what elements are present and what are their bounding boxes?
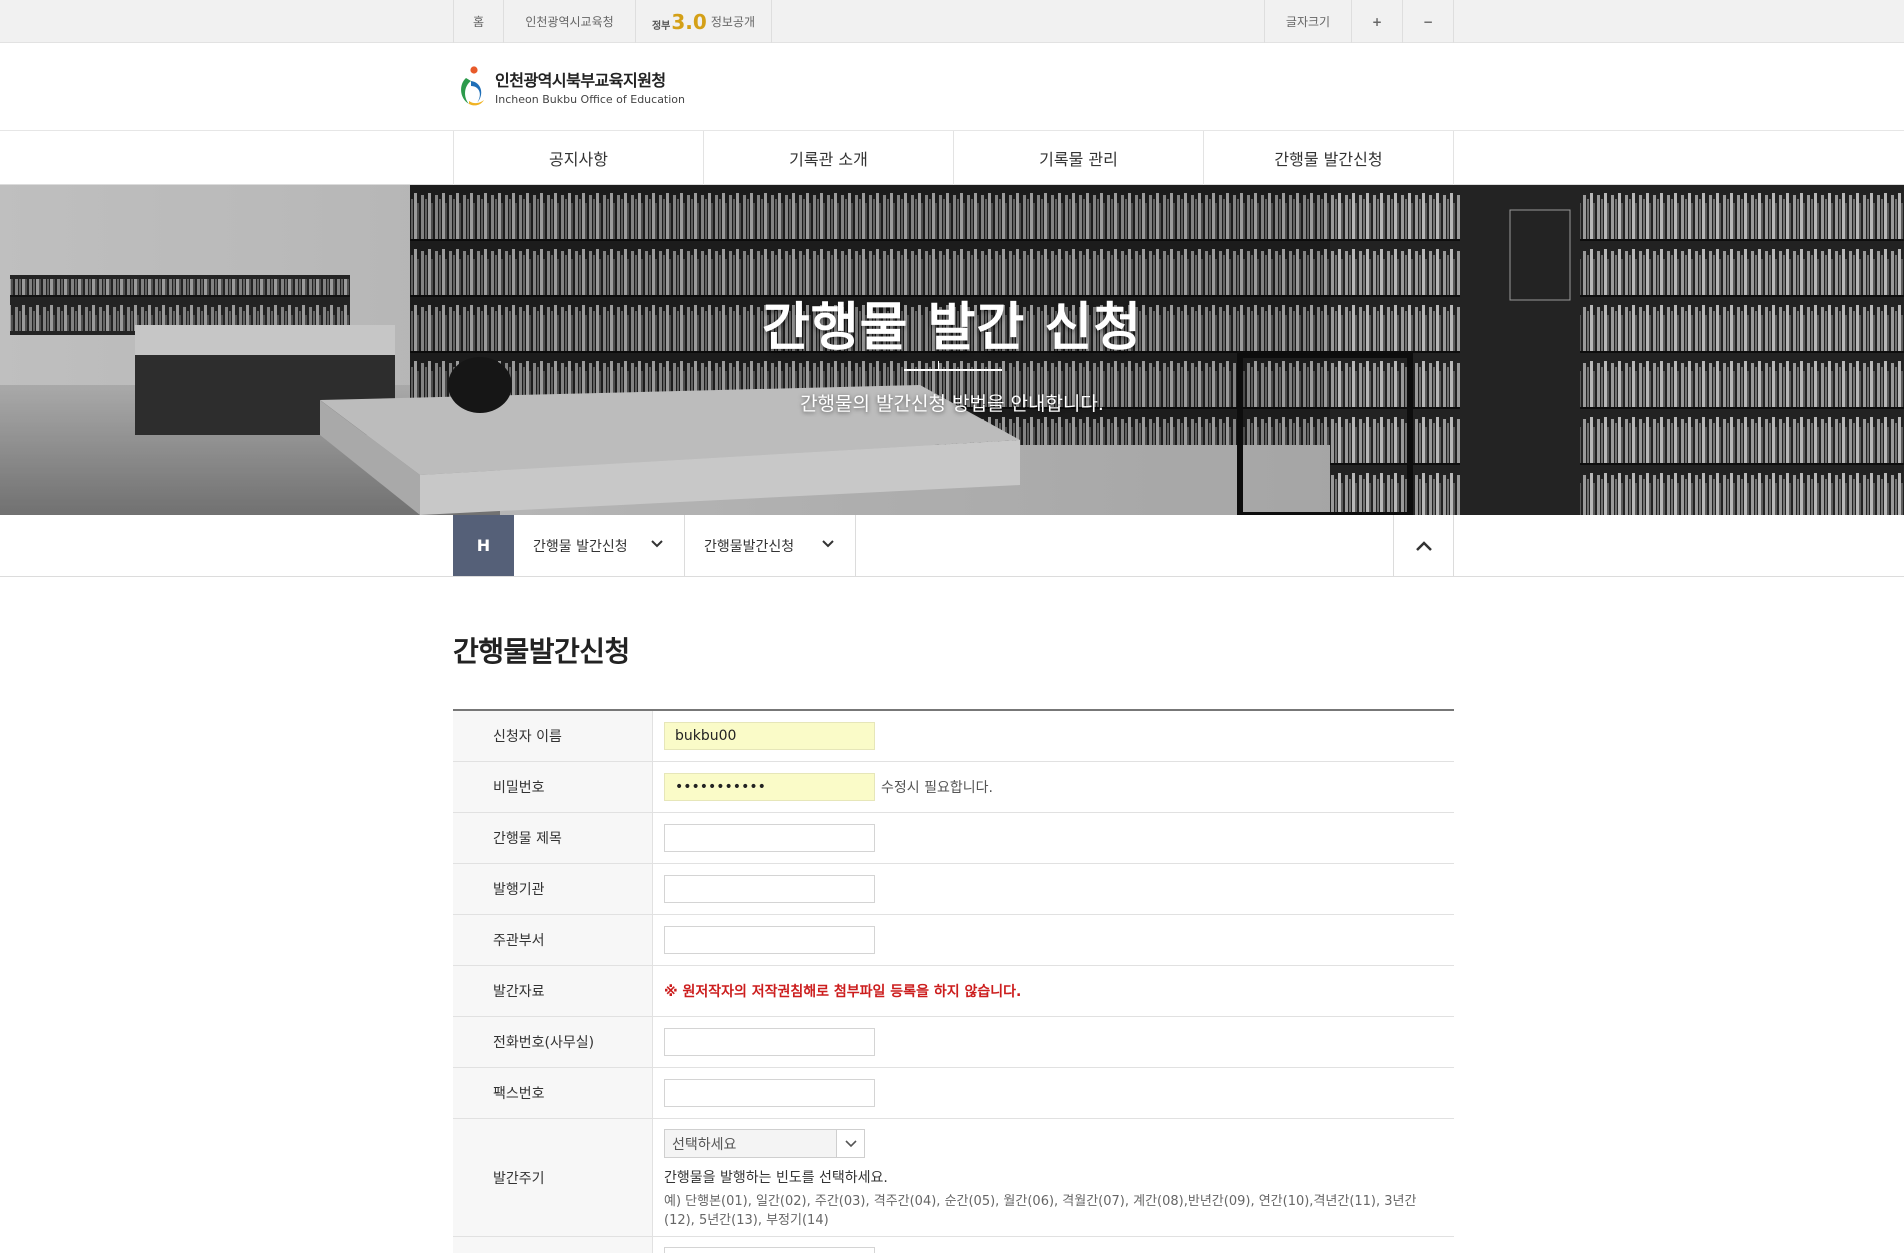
site-header: 인천광역시북부교육지원청 Incheon Bukbu Office of Edu… xyxy=(0,43,1904,131)
form-row-fax: 팩스번호 xyxy=(453,1068,1454,1119)
logo-emblem-icon xyxy=(461,66,484,106)
phone-label: 전화번호(사무실) xyxy=(453,1017,653,1067)
form-row-password: 비밀번호 ••••••••••• 수정시 필요합니다. xyxy=(453,762,1454,813)
form-row-cycle: 발간주기 선택하세요 간행물을 발행하는 빈도를 선택하세요. 예) 단행본(0… xyxy=(453,1119,1454,1237)
office-link-label: 인천광역시교육청 xyxy=(525,15,614,29)
location-home-button[interactable]: H xyxy=(453,515,514,576)
form-row-publisher: 발행기관 xyxy=(453,864,1454,915)
site-logo[interactable]: 인천광역시북부교육지원청 Incheon Bukbu Office of Edu… xyxy=(457,64,685,108)
chevron-down-icon xyxy=(836,1130,864,1157)
nav-item-notice[interactable]: 공지사항 xyxy=(453,131,703,185)
gov30-logo-left: 정부 xyxy=(651,20,671,32)
publication-request-form: 신청자 이름 bukbu00 비밀번호 ••••••••••• 수정시 필요합니… xyxy=(453,709,1454,1253)
scroll-top-button[interactable] xyxy=(1393,515,1454,576)
password-hint: 수정시 필요합니다. xyxy=(881,780,993,796)
next-row-input[interactable] xyxy=(664,1247,875,1253)
form-row-pub-title: 간행물 제목 xyxy=(453,813,1454,864)
cycle-select-value: 선택하세요 xyxy=(672,1136,737,1153)
hero-banner: 간행물 발간 신청 간행물의 발간신청 방법을 안내합니다. xyxy=(0,185,1904,515)
location-depth1-label: 간행물 발간신청 xyxy=(533,538,628,555)
info-open-link[interactable]: 정부 3.0 정보공개 xyxy=(635,0,772,43)
location-bar: H 간행물 발간신청 간행물발간신청 xyxy=(0,515,1904,577)
chevron-up-icon xyxy=(1415,540,1432,551)
location-depth1-dropdown[interactable]: 간행물 발간신청 xyxy=(514,515,685,576)
nav-item-archive-intro[interactable]: 기록관 소개 xyxy=(703,131,953,185)
utility-bar: 홈 인천광역시교육청 정부 3.0 정보공개 글자크기 + − xyxy=(0,0,1904,43)
location-depth2-label: 간행물발간신청 xyxy=(704,538,795,555)
dept-label: 주관부서 xyxy=(453,915,653,965)
gov30-logo-icon: 정부 3.0 xyxy=(652,10,707,34)
nav-item-records-management[interactable]: 기록물 관리 xyxy=(953,131,1203,185)
fax-label: 팩스번호 xyxy=(453,1068,653,1118)
home-link-label: 홈 xyxy=(472,15,485,29)
page-title: 간행물발간신청 xyxy=(453,635,630,668)
gov30-logo-number: 3.0 xyxy=(671,9,707,34)
publisher-label: 발행기관 xyxy=(453,864,653,914)
location-depth2-dropdown[interactable]: 간행물발간신청 xyxy=(685,515,856,576)
password-label: 비밀번호 xyxy=(453,762,653,812)
chevron-down-icon xyxy=(822,540,834,548)
logo-name-en: Incheon Bukbu Office of Education xyxy=(495,92,686,106)
hero-divider-tick xyxy=(938,361,939,371)
main-navigation: 공지사항 기록관 소개 기록물 관리 간행물 발간신청 xyxy=(0,131,1904,185)
material-label: 발간자료 xyxy=(453,966,653,1016)
cycle-select[interactable]: 선택하세요 xyxy=(664,1129,865,1158)
form-row-material: 발간자료 ※ 원저작자의 저작권침해로 첨부파일 등록을 하지 않습니다. xyxy=(453,966,1454,1017)
fax-input[interactable] xyxy=(664,1079,875,1107)
nav-item-publication-request[interactable]: 간행물 발간신청 xyxy=(1203,131,1454,185)
font-increase-button[interactable]: + xyxy=(1351,0,1402,43)
hero-subtitle: 간행물의 발간신청 방법을 안내합니다. xyxy=(800,393,1104,415)
font-decrease-button[interactable]: − xyxy=(1402,0,1454,43)
phone-input[interactable] xyxy=(664,1028,875,1056)
home-link[interactable]: 홈 xyxy=(453,0,503,43)
applicant-name-input[interactable]: bukbu00 xyxy=(664,722,875,750)
cycle-example: 예) 단행본(01), 일간(02), 주간(03), 격주간(04), 순간(… xyxy=(664,1194,1417,1228)
logo-name-ko: 인천광역시북부교육지원청 xyxy=(495,70,666,90)
pub-title-label: 간행물 제목 xyxy=(453,813,653,863)
material-warning: ※ 원저작자의 저작권침해로 첨부파일 등록을 하지 않습니다. xyxy=(664,984,1022,1000)
dept-input[interactable] xyxy=(664,926,875,954)
font-size-label: 글자크기 xyxy=(1264,0,1351,43)
hero-divider xyxy=(904,369,1002,371)
form-row-dept: 주관부서 xyxy=(453,915,1454,966)
next-row-header xyxy=(453,1237,653,1253)
office-link[interactable]: 인천광역시교육청 xyxy=(503,0,635,43)
hero-title: 간행물 발간 신청 xyxy=(761,298,1143,358)
applicant-label: 신청자 이름 xyxy=(453,711,653,761)
form-row-phone: 전화번호(사무실) xyxy=(453,1017,1454,1068)
publisher-input[interactable] xyxy=(664,875,875,903)
pub-title-input[interactable] xyxy=(664,824,875,852)
cycle-label: 발간주기 xyxy=(453,1119,653,1236)
form-row-next xyxy=(453,1237,1454,1253)
chevron-down-icon xyxy=(651,540,663,548)
form-row-applicant: 신청자 이름 bukbu00 xyxy=(453,711,1454,762)
cycle-help: 간행물을 발행하는 빈도를 선택하세요. xyxy=(664,1170,888,1186)
info-open-label: 정보공개 xyxy=(710,15,755,29)
password-input[interactable]: ••••••••••• xyxy=(664,773,875,801)
